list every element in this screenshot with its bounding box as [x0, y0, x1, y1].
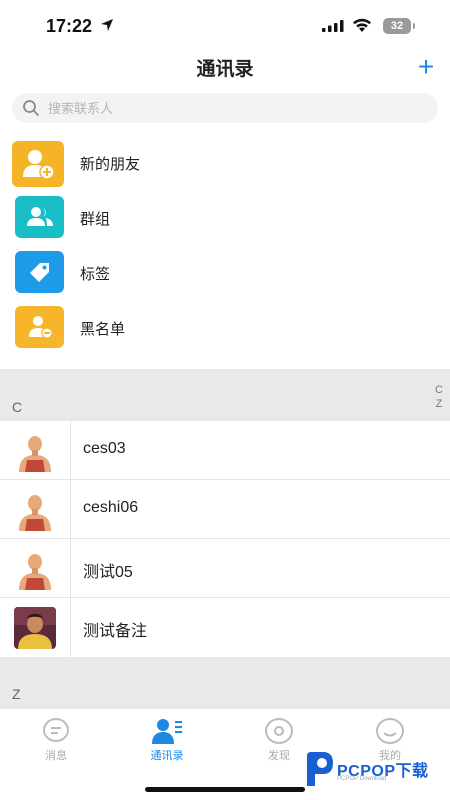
- section-header-z: Z: [0, 657, 450, 708]
- section-letter: Z: [12, 686, 21, 702]
- message-icon: [43, 718, 69, 742]
- contact-row[interactable]: ceshi06: [0, 480, 450, 539]
- avatar: [14, 607, 56, 649]
- func-label-new-friends: 新的朋友: [80, 156, 141, 173]
- nav-bar: 通讯录 +: [0, 50, 450, 88]
- contact-row[interactable]: 测试05: [0, 539, 450, 598]
- contact-name: ces03: [83, 440, 126, 457]
- section-header-c: C: [0, 369, 450, 421]
- profile-icon: [376, 718, 404, 744]
- avatar: [14, 548, 56, 590]
- func-label-groups: 群组: [80, 211, 111, 228]
- groups-item[interactable]: 群组: [0, 194, 450, 248]
- index-letter-c[interactable]: C: [432, 383, 446, 397]
- contact-row[interactable]: 测试备注: [0, 598, 450, 657]
- signal-icon: [322, 20, 344, 32]
- tab-contacts[interactable]: 通讯录: [127, 717, 207, 763]
- alphabet-index[interactable]: C Z: [432, 383, 446, 411]
- row-separator: [70, 539, 71, 598]
- status-time: 17:22: [46, 16, 93, 36]
- index-letter-z[interactable]: Z: [432, 397, 446, 411]
- search-input[interactable]: [48, 93, 418, 123]
- tags-item[interactable]: 标签: [0, 249, 450, 303]
- wifi-icon: [353, 18, 371, 32]
- home-indicator: [145, 787, 305, 792]
- avatar: [14, 489, 56, 531]
- page-title: 通讯录: [196, 59, 254, 80]
- contact-name: 测试05: [83, 564, 133, 581]
- blocked-person-icon: [15, 306, 64, 348]
- add-person-icon: [12, 141, 64, 187]
- tab-label: 通讯录: [150, 750, 184, 762]
- pcpop-logo-icon: [307, 752, 333, 786]
- blacklist-item[interactable]: 黑名单: [0, 304, 450, 358]
- contact-name: ceshi06: [83, 499, 139, 516]
- search-bar[interactable]: [12, 93, 438, 123]
- watermark: PCPOP下载 PCPOP Download: [303, 748, 448, 792]
- contacts-icon: [152, 719, 182, 744]
- row-separator: [70, 480, 71, 539]
- section-letter: C: [12, 399, 23, 415]
- func-label-blacklist: 黑名单: [80, 321, 126, 338]
- group-icon: [15, 196, 64, 238]
- new-friends-item[interactable]: 新的朋友: [0, 139, 450, 193]
- tab-label: 消息: [45, 750, 67, 762]
- func-label-tags: 标签: [80, 266, 111, 283]
- search-icon: [23, 100, 39, 116]
- tab-messages[interactable]: 消息: [16, 717, 96, 763]
- row-separator: [70, 421, 71, 480]
- add-button[interactable]: +: [412, 53, 440, 82]
- discover-icon: [265, 718, 293, 744]
- battery-indicator: 32: [383, 18, 415, 34]
- tag-icon: [15, 251, 64, 293]
- avatar: [14, 430, 56, 472]
- location-arrow-icon: [101, 19, 113, 31]
- row-separator: [70, 598, 71, 657]
- contact-row[interactable]: ces03: [0, 421, 450, 480]
- status-bar: 17:22 32: [0, 0, 450, 50]
- contact-name: 测试备注: [83, 623, 148, 640]
- watermark-sub: PCPOP Download: [337, 776, 387, 782]
